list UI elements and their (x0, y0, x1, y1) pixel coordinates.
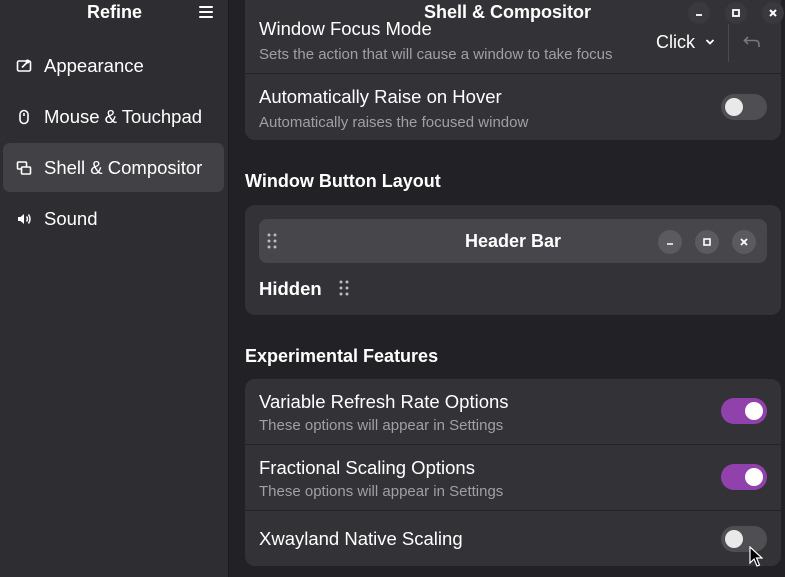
speaker-icon (16, 211, 32, 227)
maximize-icon[interactable] (695, 230, 719, 254)
drag-handle-icon[interactable] (339, 280, 349, 296)
sidebar-item-label: Mouse & Touchpad (44, 105, 203, 127)
vrr-row[interactable]: Variable Refresh Rate Options These opti… (245, 379, 781, 445)
row-title: Automatically Raise on Hover (259, 86, 502, 107)
minimize-icon[interactable] (658, 230, 682, 254)
sidebar-nav: Appearance Mouse & Touchpad Shell & Comp… (3, 41, 224, 245)
fractional-scaling-toggle[interactable] (721, 464, 767, 490)
section-title-button-layout: Window Button Layout (245, 171, 441, 191)
mouse-cursor-icon (749, 546, 763, 567)
undo-icon[interactable] (741, 31, 763, 53)
row-subtitle: These options will appear in Settings (259, 417, 504, 434)
xwayland-scaling-row[interactable]: Xwayland Native Scaling (245, 511, 781, 566)
sidebar-item-sound[interactable]: Sound (3, 194, 224, 243)
mouse-icon (16, 109, 32, 125)
raise-on-hover-toggle[interactable] (721, 94, 767, 120)
appearance-icon (16, 58, 32, 74)
raise-on-hover-row[interactable]: Automatically Raise on Hover Automatical… (245, 74, 781, 140)
divider (728, 24, 729, 62)
close-icon[interactable] (762, 2, 784, 24)
sidebar-item-appearance[interactable]: Appearance (3, 41, 224, 90)
sidebar-item-label: Shell & Compositor (44, 156, 203, 178)
sidebar-item-shell-compositor[interactable]: Shell & Compositor (3, 143, 224, 192)
windows-icon (16, 160, 32, 176)
minimize-icon[interactable] (688, 2, 710, 24)
sidebar: Refine Appearance Mouse & Touchpad Shell… (0, 0, 229, 577)
close-icon[interactable] (732, 230, 756, 254)
dropdown-value: Click (656, 31, 695, 52)
row-subtitle: These options will appear in Settings (259, 483, 504, 500)
section-title-experimental: Experimental Features (245, 346, 439, 366)
hamburger-menu-icon[interactable] (198, 4, 214, 20)
row-title: Fractional Scaling Options (259, 457, 475, 478)
experimental-card: Variable Refresh Rate Options These opti… (245, 379, 781, 566)
hidden-label: Hidden (259, 278, 322, 299)
main-content: Window Focus Mode Sets the action that w… (230, 0, 785, 577)
header-bar-preview[interactable]: Header Bar (259, 219, 767, 263)
chevron-down-icon (705, 39, 715, 45)
sidebar-item-mouse-touchpad[interactable]: Mouse & Touchpad (3, 92, 224, 141)
sidebar-header: Refine (0, 0, 228, 26)
row-subtitle: Sets the action that will cause a window… (259, 46, 613, 63)
header-bar-label: Header Bar (464, 231, 562, 251)
maximize-icon[interactable] (725, 2, 747, 24)
fractional-scaling-row[interactable]: Fractional Scaling Options These options… (245, 445, 781, 511)
sidebar-item-label: Appearance (44, 54, 144, 76)
app-title: Refine (86, 2, 142, 22)
button-layout-card: Header Bar Hidden (245, 205, 781, 315)
row-title: Xwayland Native Scaling (259, 528, 463, 549)
main-header: Shell & Compositor (230, 0, 785, 26)
focus-mode-dropdown[interactable]: Click (656, 27, 715, 57)
sidebar-item-label: Sound (44, 207, 98, 229)
row-title: Variable Refresh Rate Options (259, 391, 509, 412)
vrr-toggle[interactable] (721, 398, 767, 424)
row-subtitle: Automatically raises the focused window (259, 114, 529, 131)
